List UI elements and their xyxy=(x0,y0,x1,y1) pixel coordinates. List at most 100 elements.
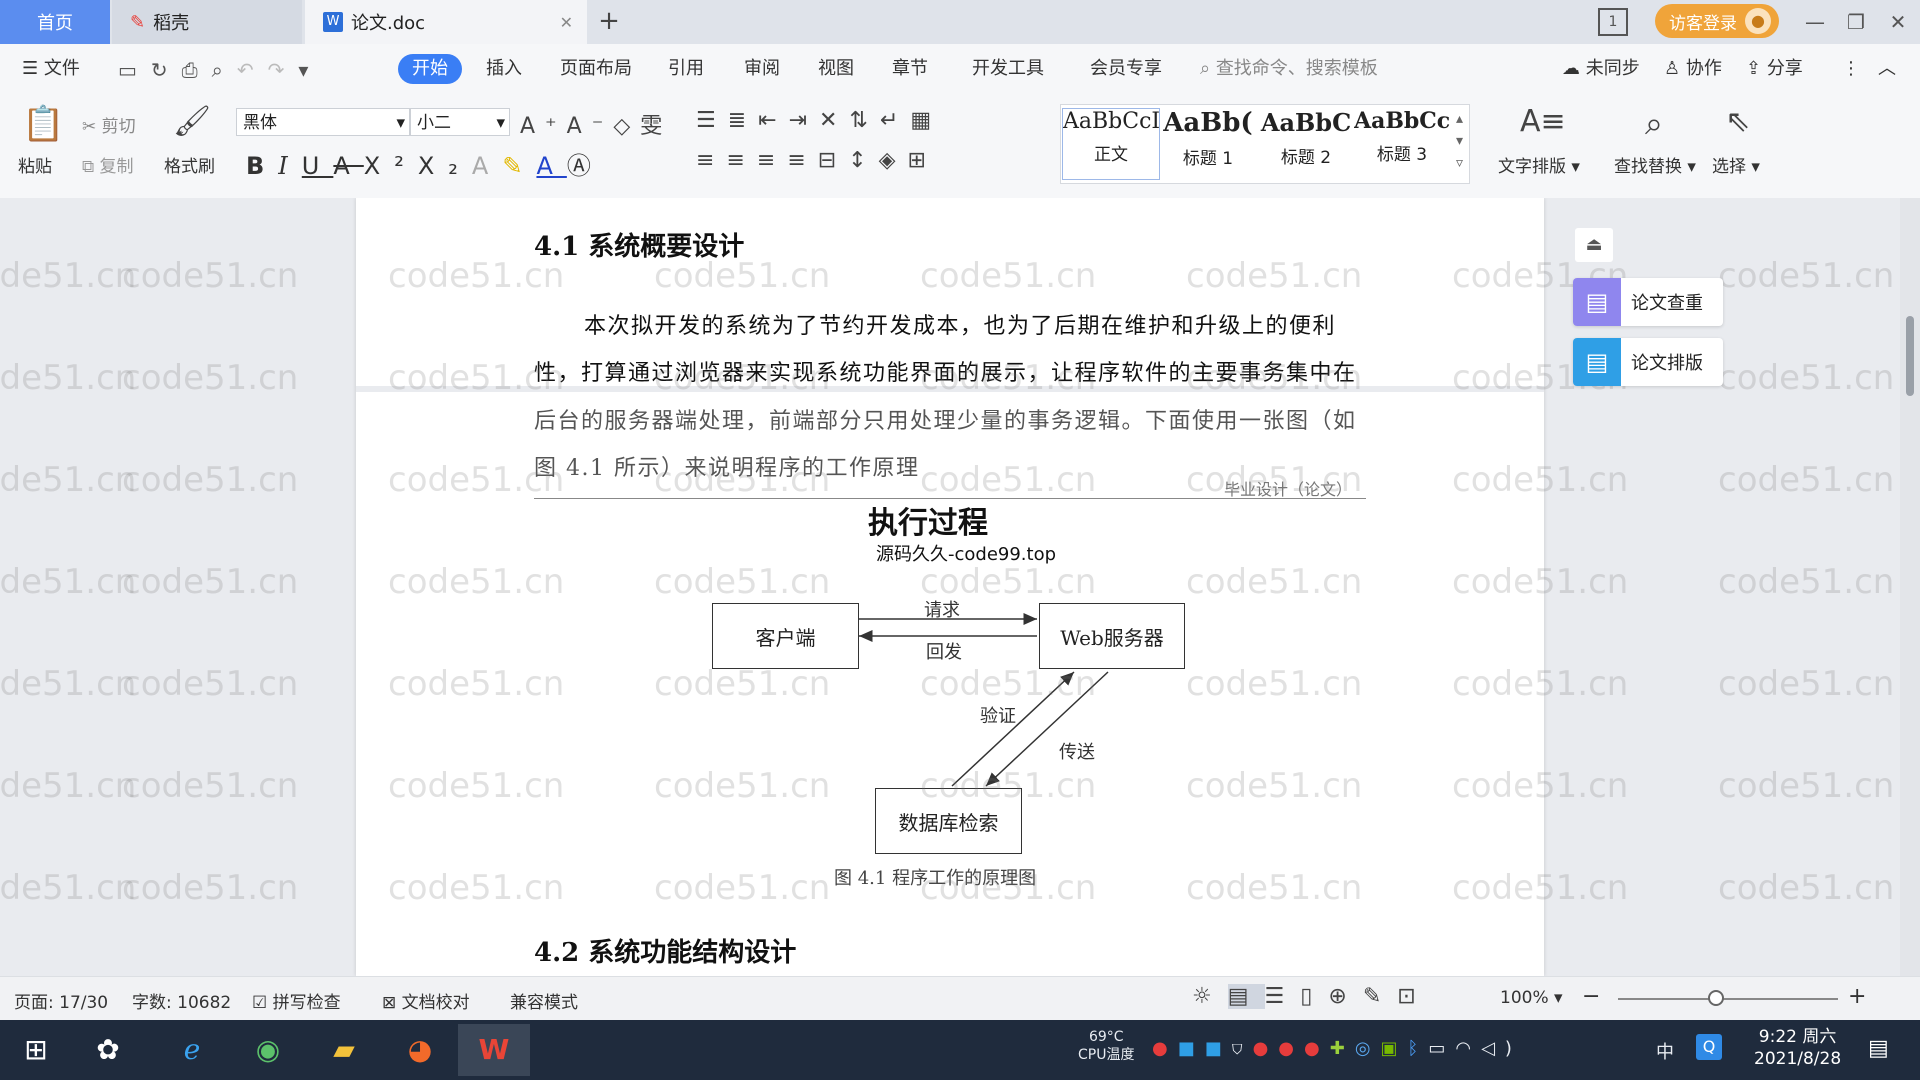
underline-icon[interactable]: U xyxy=(302,152,334,180)
volume-icon[interactable]: ◁) xyxy=(1481,1038,1522,1059)
table-icon[interactable]: ▦ xyxy=(910,108,943,133)
tray-app-icon[interactable]: ● xyxy=(1278,1038,1304,1059)
layout-toggle-icon[interactable]: 1 xyxy=(1598,8,1628,36)
outline-view-icon[interactable]: ☰ xyxy=(1265,984,1301,1009)
zoom-select[interactable]: 100% ▾ xyxy=(1500,988,1563,1008)
zoom-slider-handle[interactable] xyxy=(1708,990,1724,1006)
paper-format-button[interactable]: ▤ 论文排版 xyxy=(1573,338,1723,386)
undo-icon[interactable]: ↶ xyxy=(237,58,268,82)
style-heading-3[interactable]: AaBbCcl 标题 3 xyxy=(1354,108,1450,178)
clear-format-icon[interactable]: ◇ xyxy=(613,114,640,139)
numbered-list-icon[interactable]: ≣ xyxy=(728,108,758,133)
redo-icon[interactable]: ↷ xyxy=(268,58,299,82)
fan-app-icon[interactable]: ✿ xyxy=(80,1024,136,1076)
subscript-icon[interactable]: X₂ xyxy=(418,152,472,180)
customize-icon[interactable]: ▾ xyxy=(298,58,322,82)
qq-icon[interactable]: Q xyxy=(1696,1034,1722,1060)
panel-collapse-icon[interactable]: ⏏ xyxy=(1575,228,1613,262)
read-view-icon[interactable]: ▯ xyxy=(1300,984,1328,1009)
notification-icon[interactable]: ▤ xyxy=(1868,1036,1889,1061)
web-view-icon[interactable]: ⊕ xyxy=(1328,984,1362,1009)
close-tab-icon[interactable]: ✕ xyxy=(560,13,573,32)
highlight-icon[interactable]: ✎ xyxy=(502,152,536,180)
minimize-button[interactable]: — xyxy=(1797,6,1833,38)
tab-document[interactable]: W 论文.doc ✕ xyxy=(305,0,587,44)
menu-reference[interactable]: 引用 xyxy=(668,54,704,84)
tray-app-icon[interactable]: ■ xyxy=(1178,1038,1205,1059)
share-button[interactable]: ⇪ 分享 xyxy=(1746,54,1803,84)
magnifier-icon[interactable]: ⌕ xyxy=(1634,104,1674,143)
menu-chapter[interactable]: 章节 xyxy=(892,54,928,84)
cut-button[interactable]: ✂ 剪切 xyxy=(82,112,136,137)
copy-button[interactable]: ⧉ 复制 xyxy=(82,152,134,177)
superscript-icon[interactable]: X² xyxy=(364,152,418,180)
close-window-button[interactable]: ✕ xyxy=(1880,6,1916,38)
tray-app-icon[interactable]: ■ xyxy=(1205,1038,1232,1059)
clock[interactable]: 9:22 周六 2021/8/28 xyxy=(1754,1026,1841,1070)
tray-app-icon[interactable]: ● xyxy=(1152,1038,1178,1059)
command-search[interactable]: ⌕ 查找命令、搜索模板 xyxy=(1200,54,1378,84)
decrease-indent-icon[interactable]: ⇤ xyxy=(758,108,788,133)
borders-icon[interactable]: ⊞ xyxy=(908,148,938,173)
text-effect-icon[interactable]: A xyxy=(472,152,502,180)
font-color-icon[interactable]: A xyxy=(536,152,566,180)
justify-icon[interactable]: ≡ xyxy=(787,148,817,173)
spell-check-toggle[interactable]: ☑ 拼写检查 xyxy=(252,988,341,1013)
font-size-select[interactable]: 小二 ▾ xyxy=(410,108,510,136)
battery-icon[interactable]: ▭ xyxy=(1428,1038,1455,1059)
style-normal[interactable]: AaBbCcI 正文 xyxy=(1062,108,1160,180)
menu-member[interactable]: 会员专享 xyxy=(1090,54,1162,84)
page-view-icon[interactable]: ▤ xyxy=(1227,984,1265,1009)
zoom-slider[interactable] xyxy=(1618,998,1838,1000)
tray-app-icon[interactable]: ● xyxy=(1253,1038,1279,1059)
wifi-icon[interactable]: ◠ xyxy=(1455,1038,1481,1059)
bluetooth-icon[interactable]: ᛒ xyxy=(1408,1038,1429,1059)
show-marks-icon[interactable]: ↵ xyxy=(880,108,910,133)
vertical-scrollbar[interactable] xyxy=(1900,198,1920,976)
scrollbar-thumb[interactable] xyxy=(1906,316,1914,396)
tab-home[interactable]: 首页 xyxy=(0,0,110,44)
collapse-ribbon-icon[interactable]: ︿ xyxy=(1878,54,1896,84)
ie-browser-icon[interactable]: ℯ xyxy=(164,1024,220,1076)
print-icon[interactable]: ⎙ xyxy=(182,58,212,82)
tray-app-icon[interactable]: ◎ xyxy=(1355,1038,1381,1059)
menu-page-layout[interactable]: 页面布局 xyxy=(560,54,632,84)
browser-360-icon[interactable]: ◉ xyxy=(240,1024,296,1076)
more-icon[interactable]: ⋮ xyxy=(1842,54,1860,84)
align-left-icon[interactable]: ≡ xyxy=(696,148,726,173)
pinyin-icon[interactable]: 雯 xyxy=(640,114,672,139)
sync-button[interactable]: ☁ 未同步 xyxy=(1562,54,1640,84)
eye-protect-icon[interactable]: ☼ xyxy=(1192,984,1228,1009)
distribute-icon[interactable]: ⊟ xyxy=(818,148,848,173)
align-right-icon[interactable]: ≡ xyxy=(757,148,787,173)
paste-button[interactable]: 粘贴 xyxy=(18,152,52,177)
font-name-select[interactable]: 黑体 ▾ xyxy=(236,108,410,136)
tray-app-icon[interactable]: ● xyxy=(1304,1038,1330,1059)
tray-app-icon[interactable]: ✚ xyxy=(1330,1038,1355,1059)
strikethrough-icon[interactable]: A xyxy=(333,152,363,180)
italic-icon[interactable]: I xyxy=(278,152,301,180)
proofread-button[interactable]: ⊠ 文档校对 xyxy=(382,988,470,1013)
align-center-icon[interactable]: ≡ xyxy=(726,148,756,173)
new-tab-button[interactable]: + xyxy=(594,6,624,36)
nvidia-icon[interactable]: ▣ xyxy=(1381,1038,1408,1059)
ime-indicator[interactable]: 中 xyxy=(1656,1038,1674,1064)
char-border-icon[interactable]: Ⓐ xyxy=(567,152,605,180)
style-scroll-icon[interactable]: ▴ ▾ ▿ xyxy=(1456,108,1463,174)
paper-check-button[interactable]: ▤ 论文查重 xyxy=(1573,278,1723,326)
word-count[interactable]: 字数: 10682 xyxy=(132,988,231,1013)
style-heading-2[interactable]: AaBbC 标题 2 xyxy=(1258,108,1354,178)
line-spacing-icon[interactable]: ↕ xyxy=(848,148,878,173)
shrink-font-icon[interactable]: A⁻ xyxy=(567,114,614,139)
text-layout-button[interactable]: 文字排版 ▾ xyxy=(1498,152,1580,177)
style-heading-1[interactable]: AaBb( 标题 1 xyxy=(1160,108,1256,178)
bullet-list-icon[interactable]: ☰ xyxy=(696,108,728,133)
grow-font-icon[interactable]: A⁺ xyxy=(520,114,567,139)
shading-icon[interactable]: ◈ xyxy=(879,148,908,173)
format-painter-button[interactable]: 格式刷 xyxy=(164,152,215,177)
bold-icon[interactable]: B xyxy=(246,152,278,180)
zoom-out-button[interactable]: − xyxy=(1582,984,1600,1009)
text-layout-icon[interactable]: A≡ xyxy=(1520,104,1566,139)
paste-icon[interactable]: 📋 xyxy=(22,104,64,144)
zoom-in-button[interactable]: + xyxy=(1848,984,1866,1009)
